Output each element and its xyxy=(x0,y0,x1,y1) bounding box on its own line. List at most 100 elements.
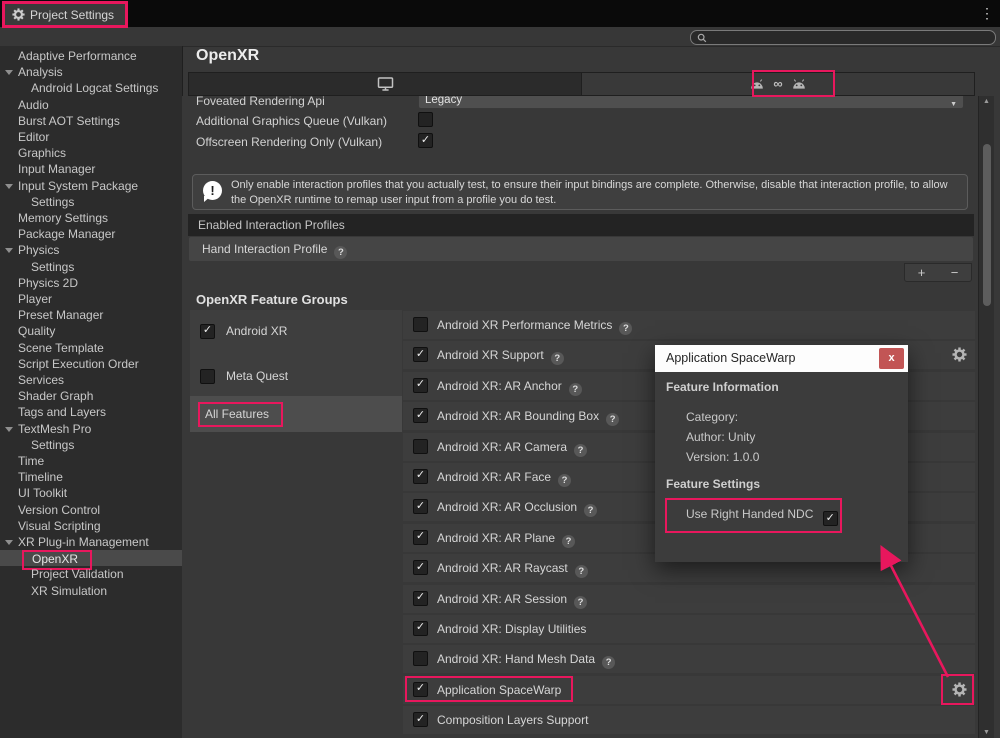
feature-checkbox[interactable]: ✓ xyxy=(413,378,428,393)
sidebar-item-shader-graph[interactable]: Shader Graph xyxy=(0,388,182,404)
offscreen-rendering-only-checkbox[interactable]: ✓ xyxy=(418,133,433,148)
sidebar-item-xr-simulation[interactable]: XR Simulation xyxy=(0,583,182,599)
sidebar-item-quality[interactable]: Quality xyxy=(0,323,182,339)
feature-row-android-xr-hand-mesh-data[interactable]: Android XR: Hand Mesh Data? xyxy=(403,645,975,673)
sidebar-item-xr-plug-in-management[interactable]: XR Plug-in Management xyxy=(0,534,182,550)
scroll-down-icon[interactable]: ▼ xyxy=(979,729,994,736)
feature-row-application-spacewarp[interactable]: ✓Application SpaceWarp xyxy=(403,676,975,704)
remove-profile-button[interactable]: − xyxy=(951,264,959,281)
sidebar-item-label: Settings xyxy=(31,438,74,452)
feature-row-android-xr-performance-metrics[interactable]: Android XR Performance Metrics? xyxy=(403,311,975,339)
feature-checkbox[interactable]: ✓ xyxy=(413,347,428,362)
platform-tabbar: ∞ xyxy=(188,72,975,96)
sidebar-item-package-manager[interactable]: Package Manager xyxy=(0,226,182,242)
sidebar-item-audio[interactable]: Audio xyxy=(0,97,182,113)
feature-checkbox[interactable] xyxy=(413,317,428,332)
sidebar-item-preset-manager[interactable]: Preset Manager xyxy=(0,307,182,323)
sidebar-item-settings[interactable]: Settings xyxy=(0,259,182,275)
kebab-menu-icon[interactable]: ⋮ xyxy=(980,4,994,22)
help-icon[interactable]: ? xyxy=(619,322,632,335)
use-right-handed-ndc-checkbox[interactable]: ✓ xyxy=(823,511,838,526)
scroll-up-icon[interactable]: ▲ xyxy=(979,98,994,105)
feature-checkbox[interactable]: ✓ xyxy=(413,712,428,727)
feature-label: Android XR: Display Utilities xyxy=(437,615,586,643)
sidebar-item-ui-toolkit[interactable]: UI Toolkit xyxy=(0,485,182,501)
sidebar-item-settings[interactable]: Settings xyxy=(0,437,182,453)
offscreen-rendering-only-label: Offscreen Rendering Only (Vulkan) xyxy=(196,134,382,150)
feature-settings-gear-icon[interactable] xyxy=(952,347,967,362)
sidebar-item-adaptive-performance[interactable]: Adaptive Performance xyxy=(0,48,182,64)
sidebar-item-burst-aot-settings[interactable]: Burst AOT Settings xyxy=(0,113,182,129)
sidebar-item-editor[interactable]: Editor xyxy=(0,129,182,145)
sidebar-item-label: Physics 2D xyxy=(18,276,78,290)
feature-checkbox[interactable]: ✓ xyxy=(413,469,428,484)
feature-checkbox[interactable]: ✓ xyxy=(413,530,428,545)
sidebar-item-memory-settings[interactable]: Memory Settings xyxy=(0,210,182,226)
all-features-row[interactable]: All Features xyxy=(190,396,402,432)
sidebar-item-openxr[interactable]: OpenXR xyxy=(0,550,182,566)
help-icon[interactable]: ? xyxy=(569,383,582,396)
tab-android-platform[interactable]: ∞ xyxy=(582,73,974,95)
group-meta-quest[interactable]: Meta Quest xyxy=(190,367,402,385)
help-icon[interactable]: ? xyxy=(602,656,615,669)
gear-icon xyxy=(12,8,25,21)
sidebar-item-scene-template[interactable]: Scene Template xyxy=(0,340,182,356)
help-icon[interactable]: ? xyxy=(606,413,619,426)
sidebar-item-label: Version Control xyxy=(18,503,100,517)
scrollbar-thumb[interactable] xyxy=(983,144,991,306)
sidebar-item-input-manager[interactable]: Input Manager xyxy=(0,161,182,177)
checkmark-icon: ✓ xyxy=(421,135,430,146)
sidebar-item-analysis[interactable]: Analysis xyxy=(0,64,182,80)
sidebar-item-physics[interactable]: Physics xyxy=(0,242,182,258)
feature-row-android-xr-ar-session[interactable]: ✓Android XR: AR Session? xyxy=(403,585,975,613)
sidebar-item-input-system-package[interactable]: Input System Package xyxy=(0,178,182,194)
feature-checkbox[interactable]: ✓ xyxy=(413,499,428,514)
tab-desktop-platform[interactable] xyxy=(189,73,582,95)
sidebar-item-graphics[interactable]: Graphics xyxy=(0,145,182,161)
help-icon[interactable]: ? xyxy=(574,596,587,609)
help-icon[interactable]: ? xyxy=(562,535,575,548)
feature-checkbox[interactable] xyxy=(413,651,428,666)
sidebar-item-version-control[interactable]: Version Control xyxy=(0,502,182,518)
feature-row-composition-layers-support[interactable]: ✓Composition Layers Support xyxy=(403,706,975,734)
tab-project-settings[interactable]: Project Settings xyxy=(4,2,125,27)
sidebar-item-settings[interactable]: Settings xyxy=(0,194,182,210)
help-icon[interactable]: ? xyxy=(574,444,587,457)
sidebar-item-timeline[interactable]: Timeline xyxy=(0,469,182,485)
feature-checkbox[interactable]: ✓ xyxy=(413,621,428,636)
help-icon[interactable]: ? xyxy=(334,246,347,259)
sidebar-item-tags-and-layers[interactable]: Tags and Layers xyxy=(0,404,182,420)
sidebar-item-player[interactable]: Player xyxy=(0,291,182,307)
add-profile-button[interactable]: + xyxy=(918,264,926,281)
group-android-xr[interactable]: ✓ Android XR xyxy=(190,322,402,340)
feature-checkbox[interactable]: ✓ xyxy=(413,408,428,423)
additional-graphics-queue-checkbox[interactable] xyxy=(418,112,433,127)
help-icon[interactable]: ? xyxy=(575,565,588,578)
vertical-scrollbar[interactable]: ▲ ▼ xyxy=(978,96,994,738)
sidebar-item-time[interactable]: Time xyxy=(0,453,182,469)
feature-settings-gear-icon[interactable] xyxy=(952,682,967,697)
android-icon xyxy=(792,79,806,89)
close-icon[interactable]: x xyxy=(879,348,904,369)
sidebar-item-android-logcat-settings[interactable]: Android Logcat Settings xyxy=(0,80,182,96)
feature-label: Android XR Performance Metrics? xyxy=(437,311,632,339)
sidebar-item-script-execution-order[interactable]: Script Execution Order xyxy=(0,356,182,372)
sidebar-item-services[interactable]: Services xyxy=(0,372,182,388)
feature-checkbox[interactable]: ✓ xyxy=(413,560,428,575)
android-xr-checkbox[interactable]: ✓ xyxy=(200,324,215,339)
feature-checkbox[interactable] xyxy=(413,439,428,454)
feature-row-android-xr-display-utilities[interactable]: ✓ Android XR: Display Utilities xyxy=(403,615,975,643)
sidebar-item-textmesh-pro[interactable]: TextMesh Pro xyxy=(0,421,182,437)
help-icon[interactable]: ? xyxy=(551,352,564,365)
sidebar-item-visual-scripting[interactable]: Visual Scripting xyxy=(0,518,182,534)
feature-checkbox[interactable]: ✓ xyxy=(413,591,428,606)
help-icon[interactable]: ? xyxy=(558,474,571,487)
feature-checkbox[interactable]: ✓ xyxy=(413,682,428,697)
hand-interaction-profile-row[interactable]: Hand Interaction Profile? xyxy=(189,237,973,261)
help-icon[interactable]: ? xyxy=(584,504,597,517)
foveated-rendering-api-dropdown[interactable]: Legacy ▼ xyxy=(418,96,964,109)
sidebar-item-physics-2d[interactable]: Physics 2D xyxy=(0,275,182,291)
search-input[interactable] xyxy=(690,30,996,45)
meta-quest-checkbox[interactable] xyxy=(200,369,215,384)
sidebar-item-project-validation[interactable]: Project Validation xyxy=(0,566,182,582)
